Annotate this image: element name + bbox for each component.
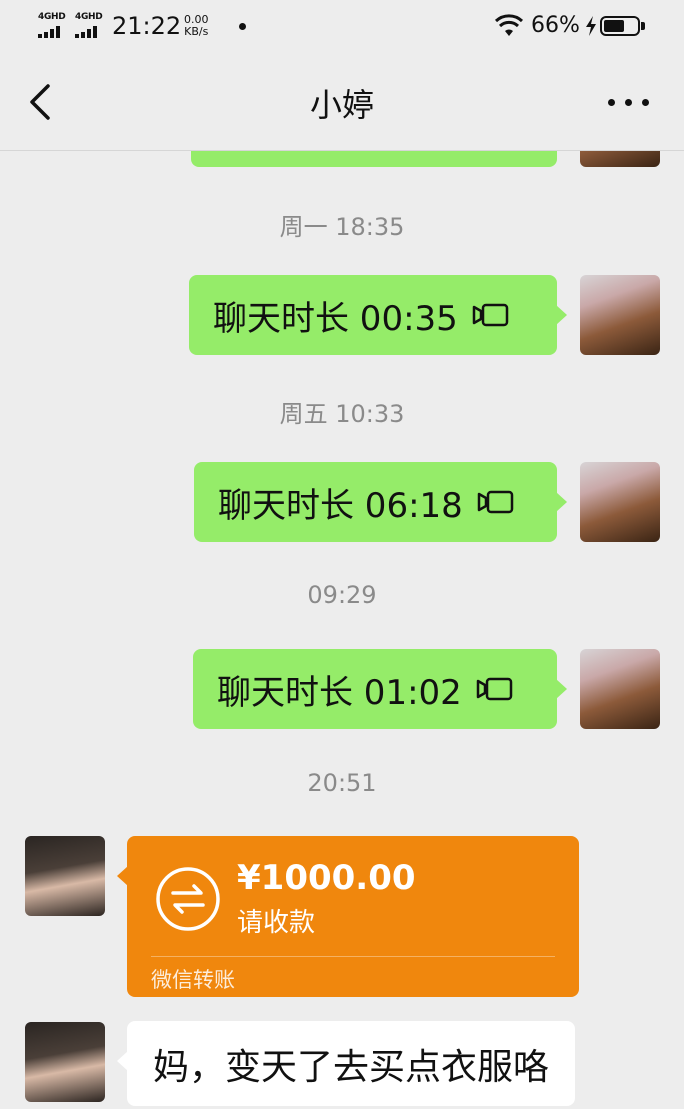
avatar[interactable] [25, 1022, 105, 1102]
signal-2-label: 4GHD [75, 12, 103, 22]
status-bar: 4GHD 4GHD 21:22 0.00 KB/s 66% [0, 0, 684, 56]
video-call-bubble[interactable]: 聊天时长 01:02 [193, 649, 567, 729]
video-call-bubble[interactable]: 聊天时长 06:18 [194, 462, 567, 542]
notification-dot-icon [239, 23, 246, 30]
call-duration-text: 聊天时长 01:02 [217, 672, 462, 713]
message-text: 妈，变天了去买点衣服咯 [153, 1046, 550, 1088]
text-message-bubble[interactable]: 妈，变天了去买点衣服咯 [116, 1021, 576, 1106]
chat-header: 小婷 [0, 56, 684, 151]
divider [151, 956, 555, 957]
transfer-amount: ¥1000.00 [237, 858, 416, 898]
video-camera-icon [472, 303, 509, 327]
transfer-arrows-icon [156, 867, 220, 931]
chat-title: 小婷 [309, 86, 374, 124]
transfer-footer: 微信转账 [151, 968, 235, 992]
battery-icon [600, 16, 640, 36]
status-time: 21:22 [112, 12, 182, 40]
timestamp: 周五 10:33 [279, 400, 405, 428]
speed-unit: KB/s [184, 25, 209, 38]
avatar[interactable] [25, 836, 105, 916]
avatar[interactable] [580, 275, 660, 355]
avatar[interactable] [580, 649, 660, 729]
timestamp: 20:51 [307, 769, 377, 797]
signal-1-label: 4GHD [38, 12, 66, 22]
network-speed: 0.00 KB/s [184, 14, 209, 38]
timestamp: 周一 18:35 [279, 213, 405, 241]
transfer-description: 请收款 [237, 908, 316, 938]
battery-tip [641, 22, 645, 30]
video-call-bubble[interactable]: 聊天时长 00:35 [189, 275, 567, 355]
battery-percent: 66% [531, 13, 580, 38]
timestamp: 09:29 [307, 581, 377, 609]
video-camera-icon [477, 490, 514, 514]
avatar[interactable] [580, 151, 660, 167]
call-duration-text: 聊天时长 06:18 [218, 485, 463, 526]
more-button[interactable] [604, 90, 654, 114]
previous-message-bubble[interactable] [191, 151, 557, 167]
wifi-icon [494, 14, 524, 36]
call-duration-text: 聊天时长 00:35 [213, 298, 458, 339]
transfer-card[interactable]: ¥1000.00 请收款 微信转账 [117, 836, 579, 997]
video-camera-icon [476, 677, 513, 701]
avatar[interactable] [580, 462, 660, 542]
chat-area[interactable]: 周一 18:35 聊天时长 00:35 周五 10:33 聊天时长 06:18 … [0, 151, 684, 1109]
charging-bolt-icon [586, 16, 596, 36]
